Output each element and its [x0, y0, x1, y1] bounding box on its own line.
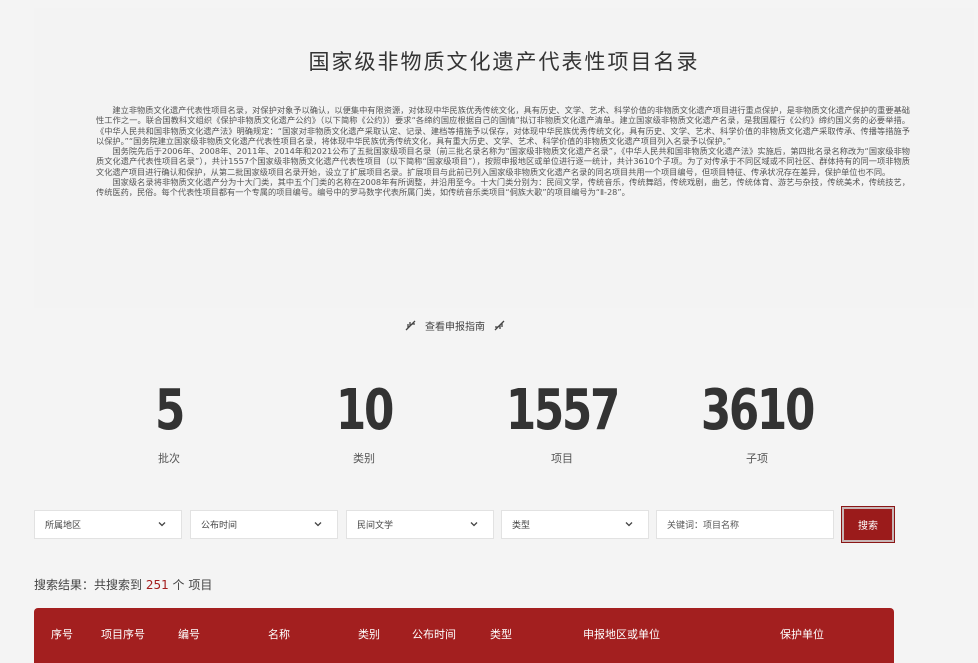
- guide-label: 查看申报指南: [425, 321, 485, 333]
- column-header-category: 类别: [358, 628, 380, 641]
- result-suffix: 个 项目: [168, 578, 213, 592]
- intro-paragraph: 国家级名录将非物质文化遗产分为十大门类，其中五个门类的名称在2008年有所调整，…: [96, 177, 910, 198]
- result-count: 251: [145, 578, 169, 592]
- column-header-code: 编号: [178, 628, 200, 641]
- column-header-protection-unit: 保护单位: [780, 628, 824, 641]
- search-button[interactable]: 搜索: [841, 506, 895, 543]
- feather-icon: [493, 319, 506, 332]
- intro-text: 建立非物质文化遗产代表性项目名录，对保护对象予以确认，以便集中有限资源，对体现中…: [96, 105, 910, 198]
- stat-label: 项目: [551, 452, 573, 465]
- intro-panel: 国家级非物质文化遗产代表性项目名录 建立非物质文化遗产代表性项目名录，对保护对象…: [34, 8, 974, 308]
- column-header-region-unit: 申报地区或单位: [583, 628, 660, 641]
- chevron-down-icon: [469, 519, 479, 532]
- application-guide-link[interactable]: 查看申报指南: [404, 316, 506, 334]
- chevron-down-icon: [313, 519, 323, 532]
- keyword-input[interactable]: 关键词：项目名称: [656, 510, 834, 539]
- publish-time-select-value: 公布时间: [201, 521, 238, 531]
- region-select-value: 所属地区: [45, 521, 82, 531]
- column-header-type: 类型: [490, 628, 512, 641]
- stat-value: 5: [154, 378, 185, 443]
- page: 国家级非物质文化遗产代表性项目名录 建立非物质文化遗产代表性项目名录，对保护对象…: [0, 0, 978, 663]
- category-select[interactable]: 民间文学: [346, 510, 494, 539]
- stats-row: 5 批次 10 类别 1557 项目 3610 子项: [34, 380, 904, 480]
- type-select[interactable]: 类型: [501, 510, 649, 539]
- category-select-value: 民间文学: [357, 521, 394, 531]
- stat-categories: 10 类别: [264, 380, 464, 466]
- feather-icon: [404, 319, 417, 332]
- search-result-summary: 搜索结果：共搜索到 251 个 项目: [34, 576, 212, 593]
- type-select-value: 类型: [512, 521, 531, 531]
- stat-label: 批次: [158, 452, 180, 465]
- table-header: 序号 项目序号 编号 名称 类别 公布时间 类型 申报地区或单位 保护单位: [34, 608, 894, 663]
- stat-projects: 1557 项目: [462, 380, 662, 466]
- column-header-publish-time: 公布时间: [412, 628, 456, 641]
- page-title: 国家级非物质文化遗产代表性项目名录: [308, 50, 700, 74]
- publish-time-select[interactable]: 公布时间: [190, 510, 338, 539]
- column-header-project-index: 项目序号: [101, 628, 145, 641]
- filter-bar: 所属地区 公布时间 民间文学 类型 关键词：项目名称 搜索: [34, 506, 895, 543]
- stat-label: 子项: [746, 452, 768, 465]
- stat-value: 1557: [505, 378, 621, 443]
- chevron-down-icon: [624, 519, 634, 532]
- chevron-down-icon: [157, 519, 167, 532]
- region-select[interactable]: 所属地区: [34, 510, 182, 539]
- stat-label: 类别: [353, 452, 375, 465]
- stat-batches: 5 批次: [69, 380, 269, 466]
- intro-paragraph: 国务院先后于2006年、2008年、2011年、2014年和2021公布了五批国…: [96, 146, 910, 177]
- column-header-name: 名称: [268, 628, 290, 641]
- column-header-index: 序号: [51, 628, 73, 641]
- stat-value: 10: [335, 378, 394, 443]
- result-prefix: 搜索结果：共搜索到: [34, 578, 146, 592]
- stat-value: 3610: [700, 378, 816, 443]
- intro-paragraph: 建立非物质文化遗产代表性项目名录，对保护对象予以确认，以便集中有限资源，对体现中…: [96, 105, 910, 146]
- stat-subitems: 3610 子项: [657, 380, 857, 466]
